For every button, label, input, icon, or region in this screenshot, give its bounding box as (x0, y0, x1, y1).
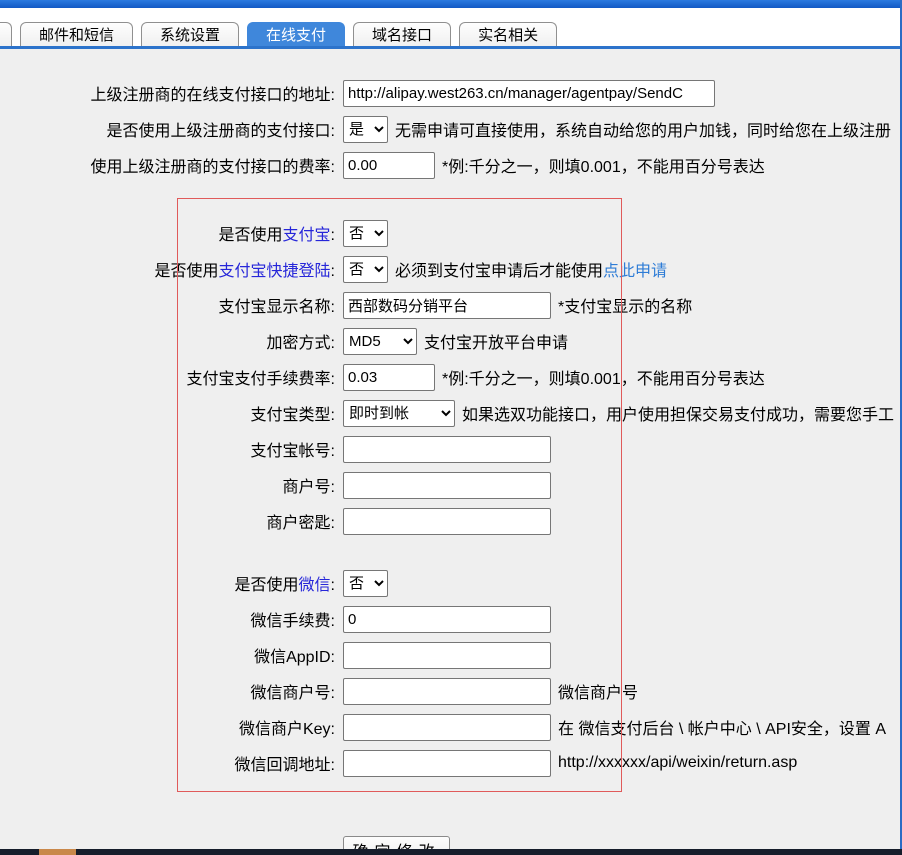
wechat-merchant-key-input[interactable] (343, 714, 551, 741)
alipay-fee-rate-hint: *例:千分之一，则填0.001，不能用百分号表达 (442, 365, 765, 389)
wechat-fee-input[interactable] (343, 606, 551, 633)
upstream-pay-url-label: 上级注册商的在线支付接口的地址: (0, 81, 335, 105)
use-upstream-pay-label: 是否使用上级注册商的支付接口: (0, 117, 335, 141)
row-alipay-type: 支付宝类型: 即时到帐 如果选双功能接口，用户使用担保交易支付成功，需要您手工 (0, 395, 902, 431)
use-alipay-quick-login-label: 是否使用支付宝快捷登陆: (0, 257, 335, 281)
encrypt-method-label: 加密方式: (0, 329, 335, 353)
alipay-quick-login-link[interactable]: 支付宝快捷登陆 (219, 263, 331, 280)
tab-system-settings[interactable]: 系统设置 (141, 22, 239, 46)
taskbar-sliver[interactable] (0, 849, 902, 855)
alipay-type-select[interactable]: 即时到帐 (343, 400, 455, 427)
taskbar-accent-segment (39, 849, 76, 855)
encrypt-method-hint: 支付宝开放平台申请 (424, 329, 568, 353)
upstream-pay-rate-hint: *例:千分之一，则填0.001，不能用百分号表达 (442, 153, 765, 177)
use-wechat-label-pre: 是否使用 (235, 577, 299, 594)
row-wechat-callback-url: 微信回调地址: http://xxxxxx/api/weixin/return.… (0, 745, 902, 781)
row-encrypt-method: 加密方式: MD5 支付宝开放平台申请 (0, 323, 902, 359)
row-upstream-pay-rate: 使用上级注册商的支付接口的费率: *例:千分之一，则填0.001，不能用百分号表… (0, 147, 902, 183)
use-alipay-select[interactable]: 否 (343, 220, 388, 247)
row-use-wechat: 是否使用微信: 否 (0, 565, 902, 601)
row-merchant-id: 商户号: (0, 467, 902, 503)
wechat-callback-url-input[interactable] (343, 750, 551, 777)
tab-strip: 邮件和短信 系统设置 在线支付 域名接口 实名相关 (0, 8, 902, 46)
use-upstream-pay-select[interactable]: 是 (343, 116, 388, 143)
wechat-callback-url-label: 微信回调地址: (0, 751, 335, 775)
wechat-appid-input[interactable] (343, 642, 551, 669)
wechat-merchant-id-input[interactable] (343, 678, 551, 705)
alipay-display-name-label: 支付宝显示名称: (0, 293, 335, 317)
use-wechat-label-post: : (331, 577, 335, 594)
row-alipay-display-name: 支付宝显示名称: *支付宝显示的名称 (0, 287, 902, 323)
alipay-type-hint: 如果选双功能接口，用户使用担保交易支付成功，需要您手工 (462, 401, 894, 425)
alipay-display-name-input[interactable] (343, 292, 551, 319)
section-gap (0, 183, 902, 215)
row-wechat-appid: 微信AppID: (0, 637, 902, 673)
tab-domain-api[interactable]: 域名接口 (353, 22, 451, 46)
use-wechat-label: 是否使用微信: (0, 571, 335, 595)
top-title-bar (0, 0, 902, 8)
row-merchant-key: 商户密匙: (0, 503, 902, 539)
row-use-alipay-quick-login: 是否使用支付宝快捷登陆: 否 必须到支付宝申请后才能使用点此申请 (0, 251, 902, 287)
merchant-key-input[interactable] (343, 508, 551, 535)
quick-login-hint: 必须到支付宝申请后才能使用点此申请 (395, 257, 667, 281)
wechat-appid-label: 微信AppID: (0, 643, 335, 667)
wechat-link[interactable]: 微信 (299, 577, 331, 594)
merchant-id-input[interactable] (343, 472, 551, 499)
wechat-merchant-id-label: 微信商户号: (0, 679, 335, 703)
tab-partial-left[interactable] (0, 22, 12, 46)
quick-login-label-pre: 是否使用 (155, 263, 219, 280)
alipay-display-name-hint: *支付宝显示的名称 (558, 293, 692, 317)
use-alipay-label-post: : (331, 227, 335, 244)
row-alipay-account: 支付宝帐号: (0, 431, 902, 467)
merchant-id-label: 商户号: (0, 473, 335, 497)
tab-realname[interactable]: 实名相关 (459, 22, 557, 46)
alipay-account-label: 支付宝帐号: (0, 437, 335, 461)
encrypt-method-select[interactable]: MD5 (343, 328, 417, 355)
alipay-fee-rate-label: 支付宝支付手续费率: (0, 365, 335, 389)
apply-here-link[interactable]: 点此申请 (603, 263, 667, 280)
row-use-alipay: 是否使用支付宝: 否 (0, 215, 902, 251)
wechat-fee-label: 微信手续费: (0, 607, 335, 631)
row-use-upstream-pay: 是否使用上级注册商的支付接口: 是 无需申请可直接使用，系统自动给您的用户加钱，… (0, 111, 902, 147)
alipay-fee-rate-input[interactable] (343, 364, 435, 391)
online-payment-form: 上级注册商的在线支付接口的地址: 是否使用上级注册商的支付接口: 是 无需申请可… (0, 49, 902, 855)
wechat-merchant-key-hint: 在 微信支付后台 \ 帐户中心 \ API安全，设置 A (558, 715, 886, 739)
alipay-link[interactable]: 支付宝 (283, 227, 331, 244)
wechat-merchant-key-label: 微信商户Key: (0, 715, 335, 739)
use-alipay-label: 是否使用支付宝: (0, 221, 335, 245)
wechat-callback-url-hint: http://xxxxxx/api/weixin/return.asp (558, 754, 797, 772)
row-wechat-merchant-id: 微信商户号: 微信商户号 (0, 673, 902, 709)
upstream-pay-rate-label: 使用上级注册商的支付接口的费率: (0, 153, 335, 177)
tab-mail-sms[interactable]: 邮件和短信 (20, 22, 133, 46)
section-gap (0, 539, 902, 565)
row-wechat-merchant-key: 微信商户Key: 在 微信支付后台 \ 帐户中心 \ API安全，设置 A (0, 709, 902, 745)
merchant-key-label: 商户密匙: (0, 509, 335, 533)
use-wechat-select[interactable]: 否 (343, 570, 388, 597)
alipay-type-label: 支付宝类型: (0, 401, 335, 425)
row-wechat-fee: 微信手续费: (0, 601, 902, 637)
quick-login-hint-text: 必须到支付宝申请后才能使用 (395, 263, 603, 280)
upstream-pay-url-input[interactable] (343, 80, 715, 107)
alipay-account-input[interactable] (343, 436, 551, 463)
row-alipay-fee-rate: 支付宝支付手续费率: *例:千分之一，则填0.001，不能用百分号表达 (0, 359, 902, 395)
use-upstream-pay-hint: 无需申请可直接使用，系统自动给您的用户加钱，同时给您在上级注册 (395, 117, 891, 141)
upstream-pay-rate-input[interactable] (343, 152, 435, 179)
wechat-merchant-id-hint: 微信商户号 (558, 679, 638, 703)
tab-online-payment[interactable]: 在线支付 (247, 22, 345, 46)
use-alipay-quick-login-select[interactable]: 否 (343, 256, 388, 283)
row-upstream-pay-url: 上级注册商的在线支付接口的地址: (0, 75, 902, 111)
use-alipay-label-pre: 是否使用 (219, 227, 283, 244)
quick-login-label-post: : (331, 263, 335, 280)
